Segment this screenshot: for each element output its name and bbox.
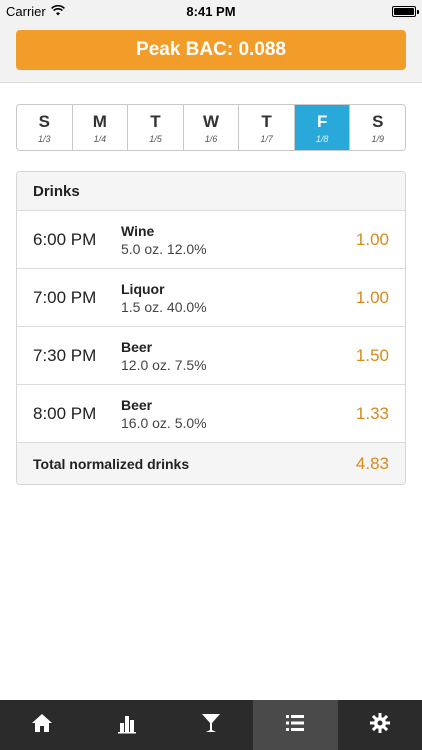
day-saturday[interactable]: S 1/9 <box>350 105 405 150</box>
drink-name: Beer <box>121 338 153 355</box>
day-letter: S <box>38 111 50 131</box>
day-friday-selected[interactable]: F 1/8 <box>294 105 351 150</box>
tab-settings[interactable] <box>338 700 422 750</box>
day-date: 1/5 <box>149 133 162 144</box>
gear-icon <box>369 712 391 739</box>
drink-time: 6:00 PM <box>33 229 97 249</box>
carrier-label: Carrier <box>6 3 46 19</box>
drink-row[interactable]: 7:00 PM Liquor 1.5 oz. 40.0% 1.00 <box>17 269 405 327</box>
day-thursday[interactable]: T 1/7 <box>239 105 295 150</box>
day-selector: S 1/3 M 1/4 T 1/5 W 1/6 T 1/7 F 1/8 S 1/… <box>16 104 406 151</box>
day-letter: W <box>203 111 220 131</box>
drink-row[interactable]: 6:00 PM Wine 5.0 oz. 12.0% 1.00 <box>17 211 405 269</box>
drink-value: 1.00 <box>355 287 389 307</box>
drink-time: 7:30 PM <box>33 345 97 365</box>
cocktail-glass-icon <box>200 712 222 739</box>
status-left: Carrier <box>6 4 65 19</box>
status-bar: Carrier 8:41 PM <box>0 0 422 22</box>
drinks-card: Drinks 6:00 PM Wine 5.0 oz. 12.0% 1.00 7… <box>16 171 406 485</box>
drink-detail: 5.0 oz. 12.0% <box>121 240 207 257</box>
tab-list[interactable] <box>253 700 338 750</box>
wifi-icon <box>50 4 65 19</box>
drink-name: Liquor <box>121 280 165 297</box>
day-letter: T <box>261 111 272 131</box>
drink-row[interactable]: 8:00 PM Beer 16.0 oz. 5.0% 1.33 <box>17 385 405 443</box>
total-label: Total normalized drinks <box>33 455 190 472</box>
drink-value: 1.00 <box>355 229 389 249</box>
day-tuesday[interactable]: T 1/5 <box>128 105 184 150</box>
drink-name: Wine <box>121 222 155 239</box>
drink-info: Beer 16.0 oz. 5.0% <box>121 396 356 432</box>
day-letter: S <box>372 111 384 131</box>
peak-bac-banner[interactable]: Peak BAC: 0.088 <box>16 30 406 70</box>
drink-info: Liquor 1.5 oz. 40.0% <box>121 280 356 316</box>
drink-time: 8:00 PM <box>33 403 97 423</box>
drink-info: Beer 12.0 oz. 7.5% <box>121 338 356 374</box>
tab-bar <box>0 700 422 750</box>
drink-info: Wine 5.0 oz. 12.0% <box>121 222 356 258</box>
drink-detail: 1.5 oz. 40.0% <box>121 298 207 315</box>
total-value: 4.83 <box>355 453 389 473</box>
day-monday[interactable]: M 1/4 <box>72 105 129 150</box>
drink-row[interactable]: 7:30 PM Beer 12.0 oz. 7.5% 1.50 <box>17 327 405 385</box>
header-area: Peak BAC: 0.088 <box>0 22 422 83</box>
tab-chart[interactable] <box>84 700 168 750</box>
list-icon <box>284 712 306 739</box>
day-letter: F <box>316 111 328 131</box>
day-letter: T <box>150 111 161 131</box>
day-wednesday[interactable]: W 1/6 <box>183 105 240 150</box>
day-date: 1/9 <box>371 133 385 144</box>
drink-time: 7:00 PM <box>33 287 97 307</box>
day-sunday-1[interactable]: S 1/3 <box>17 105 73 150</box>
day-date: 1/6 <box>204 133 218 144</box>
day-date: 1/4 <box>93 133 107 144</box>
drink-name: Beer <box>121 396 153 413</box>
day-date: 1/8 <box>315 133 329 144</box>
drink-value: 1.33 <box>355 403 389 423</box>
day-date: 1/7 <box>260 133 273 144</box>
drink-value: 1.50 <box>355 345 389 365</box>
total-row: Total normalized drinks 4.83 <box>17 443 405 484</box>
tab-drinks[interactable] <box>169 700 253 750</box>
drink-detail: 12.0 oz. 7.5% <box>121 356 207 373</box>
day-date: 1/3 <box>38 133 51 144</box>
battery-icon <box>392 5 419 17</box>
drinks-title: Drinks <box>17 172 405 211</box>
drink-detail: 16.0 oz. 5.0% <box>121 414 207 431</box>
tab-home[interactable] <box>0 700 84 750</box>
bar-chart-icon <box>116 712 138 739</box>
day-letter: M <box>92 111 107 131</box>
home-icon <box>31 712 53 739</box>
